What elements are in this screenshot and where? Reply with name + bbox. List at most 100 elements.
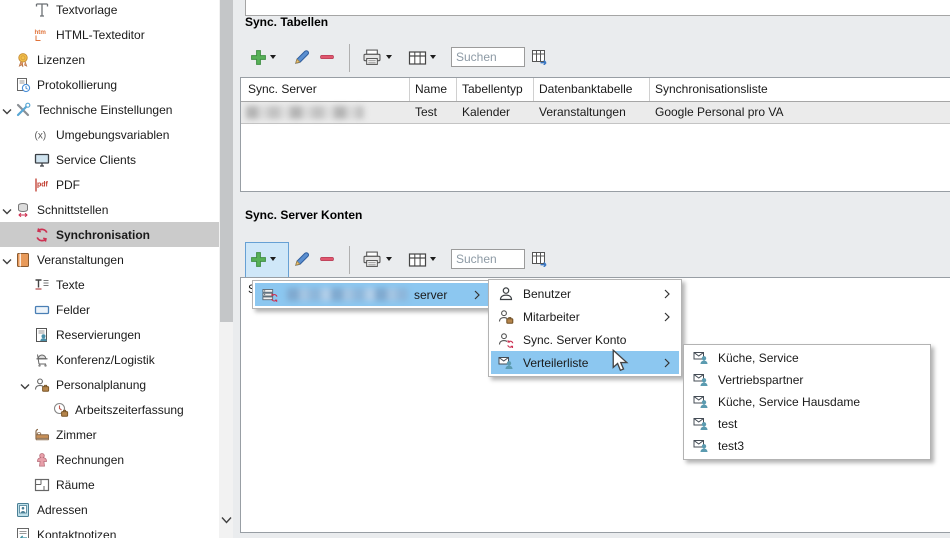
add-dropdown-menu: server <box>252 280 492 309</box>
sidebar-item-konferenz-logistik[interactable]: Konferenz/Logistik <box>0 347 252 372</box>
sidebar-item-service-clients[interactable]: Service Clients <box>0 147 252 172</box>
tools-icon <box>14 101 31 118</box>
distribution-list-icon <box>692 350 709 367</box>
sidebar-item-veranstaltungen[interactable]: Veranstaltungen <box>0 247 233 272</box>
chevron-down-icon[interactable] <box>2 255 13 264</box>
html-editor-icon: htm <box>33 26 50 43</box>
sidebar-item-label: Texte <box>56 278 85 292</box>
table-view-caret-icon[interactable] <box>430 257 436 261</box>
menu-item-label: Vertriebspartner <box>718 373 803 387</box>
add-dropdown-caret-icon[interactable] <box>270 55 276 59</box>
menu-item-vertriebspartner[interactable]: Vertriebspartner <box>686 369 928 391</box>
sidebar-item-zimmer[interactable]: Zimmer <box>0 422 252 447</box>
sidebar-item-textvorlage[interactable]: Textvorlage <box>0 0 252 22</box>
menu-item-test[interactable]: test <box>686 413 928 435</box>
menu-item-benutzer[interactable]: Benutzer <box>491 282 679 305</box>
chevron-down-icon[interactable] <box>2 205 13 214</box>
chevron-right-icon <box>474 289 480 299</box>
server-sync-icon <box>261 286 278 303</box>
add-button[interactable] <box>250 251 267 268</box>
sidebar-item-raeume[interactable]: Räume <box>0 472 252 497</box>
interfaces-icon <box>14 201 31 218</box>
sidebar-item-label: HTML-Texteditor <box>56 28 145 42</box>
menu-item-label: test <box>718 417 737 431</box>
menu-item-sync-server-konto[interactable]: Sync. Server Konto <box>491 328 679 351</box>
add-button[interactable] <box>250 49 267 66</box>
section-title-sync-tabellen: Sync. Tabellen <box>245 15 328 29</box>
sidebar-item-label: Umgebungsvariablen <box>56 128 169 142</box>
sidebar-item-label: Textvorlage <box>56 3 117 17</box>
menu-item-sync-server[interactable]: server <box>255 283 489 306</box>
sidebar-item-technische-einstellungen[interactable]: Technische Einstellungen <box>0 97 233 122</box>
sidebar-item-texte[interactable]: Texte <box>0 272 252 297</box>
monitor-icon <box>33 151 50 168</box>
sidebar-item-html-texteditor[interactable]: htm HTML-Texteditor <box>0 22 252 47</box>
edit-button[interactable] <box>293 250 311 268</box>
column-header[interactable]: Sync. Server <box>248 78 317 101</box>
scroll-down-icon[interactable] <box>221 514 232 524</box>
menu-item-mitarbeiter[interactable]: Mitarbeiter <box>491 305 679 328</box>
menu-item-verteilerliste[interactable]: Verteilerliste <box>491 351 679 374</box>
app-window: Textvorlage htm HTML-Texteditor Lizenzen… <box>0 0 950 538</box>
table-row[interactable]: Test Kalender Veranstaltungen Google Per… <box>241 102 950 124</box>
previous-section-edge <box>245 0 950 16</box>
svg-text:pdf: pdf <box>37 181 49 188</box>
sidebar-item-reservierungen[interactable]: Reservierungen <box>0 322 252 347</box>
sidebar-item-felder[interactable]: Felder <box>0 297 252 322</box>
licenses-icon <box>14 51 31 68</box>
table-cell: Test <box>415 102 437 123</box>
print-button[interactable] <box>362 49 382 66</box>
column-header[interactable]: Datenbanktabelle <box>539 78 632 101</box>
sidebar-item-label: Synchronisation <box>56 228 150 242</box>
sidebar-item-schnittstellen[interactable]: Schnittstellen <box>0 197 233 222</box>
sidebar-item-pdf[interactable]: pdf PDF <box>0 172 252 197</box>
print-button[interactable] <box>362 251 382 268</box>
menu-item-kueche-service-hausdame[interactable]: Küche, Service Hausdame <box>686 391 928 413</box>
distribution-list-icon <box>692 394 709 411</box>
add-dropdown-caret-icon[interactable] <box>270 257 276 261</box>
sidebar-item-protokollierung[interactable]: Protokollierung <box>0 72 233 97</box>
column-header[interactable]: Synchronisationsliste <box>655 78 768 101</box>
sidebar-item-lizenzen[interactable]: Lizenzen <box>0 47 233 72</box>
table-view-caret-icon[interactable] <box>430 55 436 59</box>
svg-text:htm: htm <box>34 29 46 36</box>
print-dropdown-caret-icon[interactable] <box>386 55 392 59</box>
edit-button[interactable] <box>293 48 311 66</box>
address-book-icon <box>14 501 31 518</box>
sidebar-item-rechnungen[interactable]: Rechnungen <box>0 447 252 472</box>
menu-item-label: Verteilerliste <box>523 356 588 370</box>
table-export-button[interactable] <box>531 49 550 65</box>
chevron-down-icon[interactable] <box>20 380 31 389</box>
sidebar-item-label: PDF <box>56 178 80 192</box>
scrollbar-thumb[interactable] <box>220 0 233 322</box>
texts-icon <box>33 276 50 293</box>
chevron-down-icon[interactable] <box>2 105 13 114</box>
sidebar-item-kontaktnotizen[interactable]: Kontaktnotizen <box>0 522 233 538</box>
sidebar-item-label: Räume <box>56 478 95 492</box>
table-view-button[interactable] <box>408 252 427 268</box>
invoices-icon <box>33 451 50 468</box>
column-header[interactable]: Tabellentyp <box>462 78 523 101</box>
sidebar-scrollbar[interactable] <box>219 0 234 538</box>
print-dropdown-caret-icon[interactable] <box>386 257 392 261</box>
sidebar-item-synchronisation[interactable]: Synchronisation <box>0 222 252 247</box>
search-input[interactable] <box>451 249 525 269</box>
conference-cart-icon <box>33 351 50 368</box>
search-input[interactable] <box>451 47 525 67</box>
column-header[interactable]: Name <box>415 78 447 101</box>
sidebar-item-label: Kontaktnotizen <box>37 528 116 538</box>
sidebar-item-umgebungsvariablen[interactable]: (x) Umgebungsvariablen <box>0 122 252 147</box>
sync-tabellen-table: Sync. Server Name Tabellentyp Datenbankt… <box>240 77 950 192</box>
delete-button[interactable] <box>319 49 335 65</box>
menu-item-test3[interactable]: test3 <box>686 435 928 457</box>
sidebar-item-adressen[interactable]: Adressen <box>0 497 233 522</box>
sidebar-item-label: Personalplanung <box>56 378 146 392</box>
menu-item-label: Sync. Server Konto <box>523 333 626 347</box>
table-export-button[interactable] <box>531 251 550 267</box>
sidebar-item-personalplanung[interactable]: Personalplanung <box>0 372 252 397</box>
account-type-menu: Benutzer Mitarbeiter Sync. Server Konto … <box>488 279 682 377</box>
delete-button[interactable] <box>319 251 335 267</box>
bed-icon <box>33 426 50 443</box>
menu-item-kueche-service[interactable]: Küche, Service <box>686 347 928 369</box>
table-view-button[interactable] <box>408 50 427 66</box>
